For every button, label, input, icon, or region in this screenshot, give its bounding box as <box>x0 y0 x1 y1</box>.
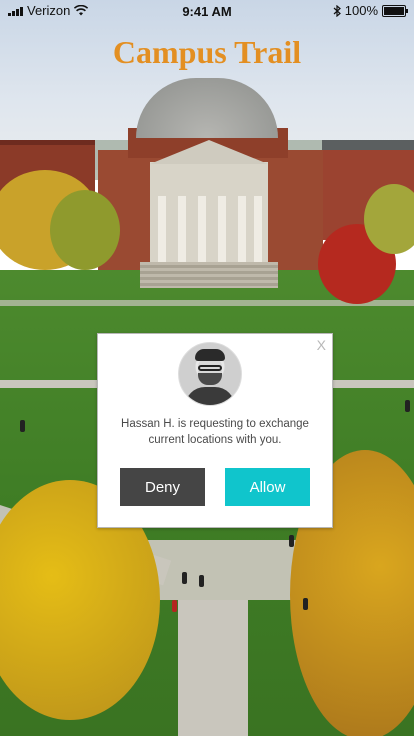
status-bar: Verizon 9:41 AM 100% <box>0 0 414 22</box>
person <box>20 420 25 432</box>
walkway <box>178 600 248 736</box>
request-message: Hassan H. is requesting to exchange curr… <box>121 418 309 446</box>
column <box>238 196 246 262</box>
app-title: Campus Trail <box>112 34 302 70</box>
portico <box>150 162 268 262</box>
location-request-dialog: X Hassan H. is requesting to exchange cu… <box>97 333 333 528</box>
column <box>178 196 186 262</box>
status-right: 100% <box>333 3 408 18</box>
column <box>254 196 262 262</box>
person <box>303 598 308 610</box>
tree <box>50 190 120 270</box>
deny-button[interactable]: Deny <box>120 468 205 506</box>
person <box>405 400 410 412</box>
person <box>182 572 187 584</box>
battery-percent: 100% <box>344 3 378 18</box>
front-stairs <box>140 262 278 288</box>
column <box>198 196 206 262</box>
allow-button[interactable]: Allow <box>225 468 310 506</box>
avatar <box>178 342 242 406</box>
close-icon[interactable]: X <box>317 337 326 353</box>
column <box>158 196 166 262</box>
column <box>218 196 226 262</box>
person <box>199 575 204 587</box>
battery-icon <box>382 4 408 17</box>
person <box>172 600 177 612</box>
person <box>289 535 294 547</box>
pediment <box>150 140 268 164</box>
bluetooth-icon <box>333 4 341 17</box>
